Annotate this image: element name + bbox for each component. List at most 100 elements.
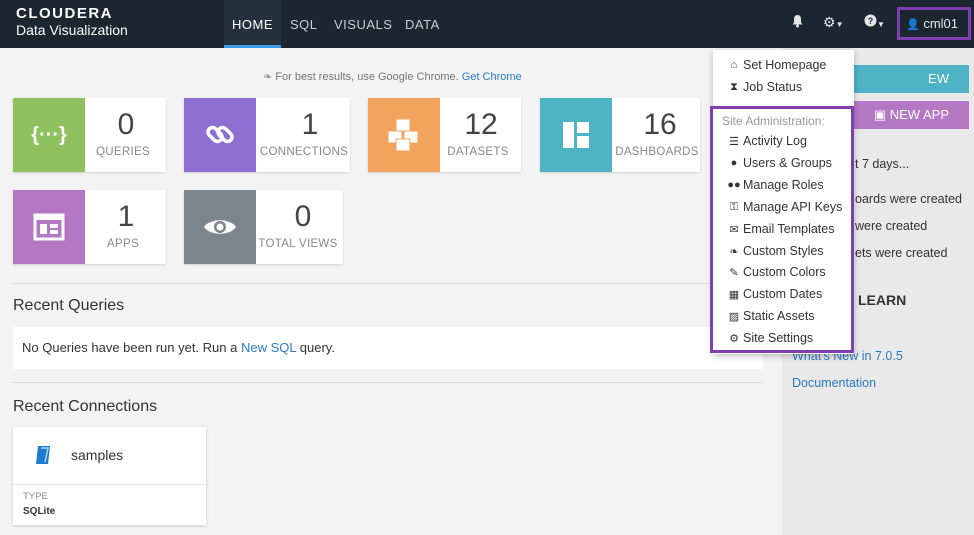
caret-down-icon: ▼ (835, 20, 844, 29)
card-divider (13, 484, 206, 485)
recent-queries-empty: No Queries have been run yet. Run a New … (13, 327, 763, 369)
home-icon: ⌂ (730, 59, 738, 71)
menu-item-activity-log[interactable]: ☰ Activity Log (726, 134, 807, 148)
username: cml01 (923, 16, 959, 31)
menu-item-label: Set Homepage (743, 58, 827, 72)
stat-label: QUERIES (96, 146, 150, 158)
recent-connections-title: Recent Connections (13, 398, 158, 415)
menu-item-manage-roles[interactable]: ●● Manage Roles (726, 178, 823, 192)
menu-item-custom-styles[interactable]: ❧ Custom Styles (726, 244, 824, 258)
empty-text: No Queries have been run yet. Run a (22, 340, 238, 355)
stat-value: 16 (643, 108, 677, 141)
new-sql-link[interactable]: New SQL (241, 340, 296, 355)
activity-item: were created (855, 219, 928, 233)
get-chrome-link[interactable]: Get Chrome (462, 71, 522, 83)
gear-icon: ⚙ (823, 14, 836, 30)
section-divider (12, 283, 762, 284)
menu-item-label: Static Assets (743, 309, 815, 323)
site-admin-header: Site Administration: (722, 114, 825, 128)
user-check-icon: 👤 (906, 19, 920, 31)
list-icon: ☰ (729, 135, 739, 148)
connection-name: samples (71, 447, 124, 463)
menu-item-label: Manage API Keys (743, 200, 843, 214)
app-icon: ▣ (873, 107, 887, 122)
menu-item-label: Activity Log (743, 134, 807, 148)
users-icon: ●● (727, 179, 741, 191)
menu-item-site-settings[interactable]: ⚙ Site Settings (726, 331, 813, 345)
connection-type-label: TYPE (23, 491, 48, 502)
stat-tile-total-views[interactable]: 0 TOTAL VIEWS (184, 190, 343, 264)
key-icon: ⚿ (729, 200, 739, 213)
stat-value: 0 (294, 200, 312, 233)
menu-item-label: Email Templates (743, 222, 835, 236)
leaf-icon: ❧ (263, 71, 273, 83)
tab-home[interactable]: HOME (224, 0, 281, 48)
menu-item-custom-dates[interactable]: ▦ Custom Dates (726, 287, 822, 301)
sqlite-feather-icon (36, 446, 50, 464)
menu-item-set-homepage[interactable]: ⌂ Set Homepage (726, 58, 827, 72)
menu-item-label: Users & Groups (743, 156, 832, 170)
brand-product: Data Visualization (16, 22, 128, 38)
user-icon: ● (730, 157, 738, 169)
stat-tile-connections[interactable]: 1 CONNECTIONS (184, 98, 350, 172)
gears-icon: ⚙ (729, 332, 739, 345)
stat-label: APPS (107, 238, 139, 250)
stat-label: DATASETS (447, 146, 509, 158)
menu-item-static-assets[interactable]: ▨ Static Assets (726, 309, 815, 323)
stat-tile-apps[interactable]: 1 APPS (13, 190, 166, 264)
learn-title: LEARN (858, 292, 907, 308)
hint-text: For best results, use Google Chrome. (275, 71, 459, 83)
stat-value: 1 (301, 108, 319, 141)
stat-value: 0 (117, 108, 135, 141)
connection-type-value: SQLite (23, 506, 56, 517)
new-app-label: NEW APP (889, 107, 949, 122)
tab-visuals[interactable]: VISUALS (334, 0, 392, 48)
menu-item-users-groups[interactable]: ● Users & Groups (726, 156, 832, 170)
recent-queries-title: Recent Queries (13, 297, 125, 314)
eye-icon (184, 190, 256, 264)
activity-period: t 7 days... (855, 157, 910, 171)
bell-icon[interactable] (791, 14, 804, 31)
stat-label: DASHBOARDS (615, 146, 699, 158)
browser-hint: ❧ For best results, use Google Chrome. G… (263, 70, 522, 83)
section-divider (12, 382, 762, 383)
file-image-icon: ▨ (728, 310, 740, 323)
link-icon (184, 98, 256, 172)
tab-sql[interactable]: SQL (290, 0, 318, 48)
settings-menu-icon[interactable]: ⚙▼ (823, 14, 843, 31)
new-dashboard-button[interactable]: EW DASHBOARD (848, 65, 969, 114)
braces-icon: {···} (13, 98, 85, 172)
svg-text:?: ? (868, 16, 874, 26)
documentation-link[interactable]: Documentation (792, 376, 876, 390)
menu-item-custom-colors[interactable]: ✎ Custom Colors (726, 265, 826, 279)
caret-down-icon: ▼ (877, 20, 885, 29)
tab-data[interactable]: DATA (405, 0, 440, 48)
dashboard-icon (540, 98, 612, 172)
help-menu-icon[interactable]: ? ▼ (864, 14, 885, 30)
connection-card[interactable]: samples TYPE SQLite (13, 427, 206, 525)
stat-label: TOTAL VIEWS (258, 238, 338, 250)
menu-item-label: Custom Styles (743, 244, 824, 258)
empty-text-suffix: query. (299, 340, 335, 355)
new-app-button[interactable]: ▣ NEW APP (848, 101, 969, 129)
cubes-icon (368, 98, 440, 172)
stat-tile-dashboards[interactable]: 16 DASHBOARDS (540, 98, 700, 172)
top-navbar: CLOUDERA Data Visualization HOME SQL VIS… (0, 0, 974, 59)
stat-value: 1 (117, 200, 135, 233)
stat-tile-datasets[interactable]: 12 DATASETS (368, 98, 521, 172)
stat-tile-queries[interactable]: {···} 0 QUERIES (13, 98, 166, 172)
activity-item: oards were created (855, 192, 963, 206)
menu-item-job-status[interactable]: ⧗ Job Status (726, 80, 802, 94)
menu-item-manage-api-keys[interactable]: ⚿ Manage API Keys (726, 200, 843, 214)
menu-item-label: Custom Colors (743, 265, 826, 279)
brand-logo[interactable]: CLOUDERA Data Visualization (16, 5, 128, 39)
user-menu-button[interactable]: 👤 cml01 ▼ (897, 7, 971, 59)
menu-item-email-templates[interactable]: ✉ Email Templates (726, 222, 834, 236)
stat-value: 12 (464, 108, 498, 141)
brand-name: CLOUDERA (16, 5, 113, 22)
menu-item-label: Site Settings (743, 331, 814, 345)
brush-icon: ✎ (729, 266, 739, 279)
hourglass-icon: ⧗ (730, 80, 738, 93)
calendar-icon: ▦ (728, 288, 740, 301)
app-icon (13, 190, 85, 264)
